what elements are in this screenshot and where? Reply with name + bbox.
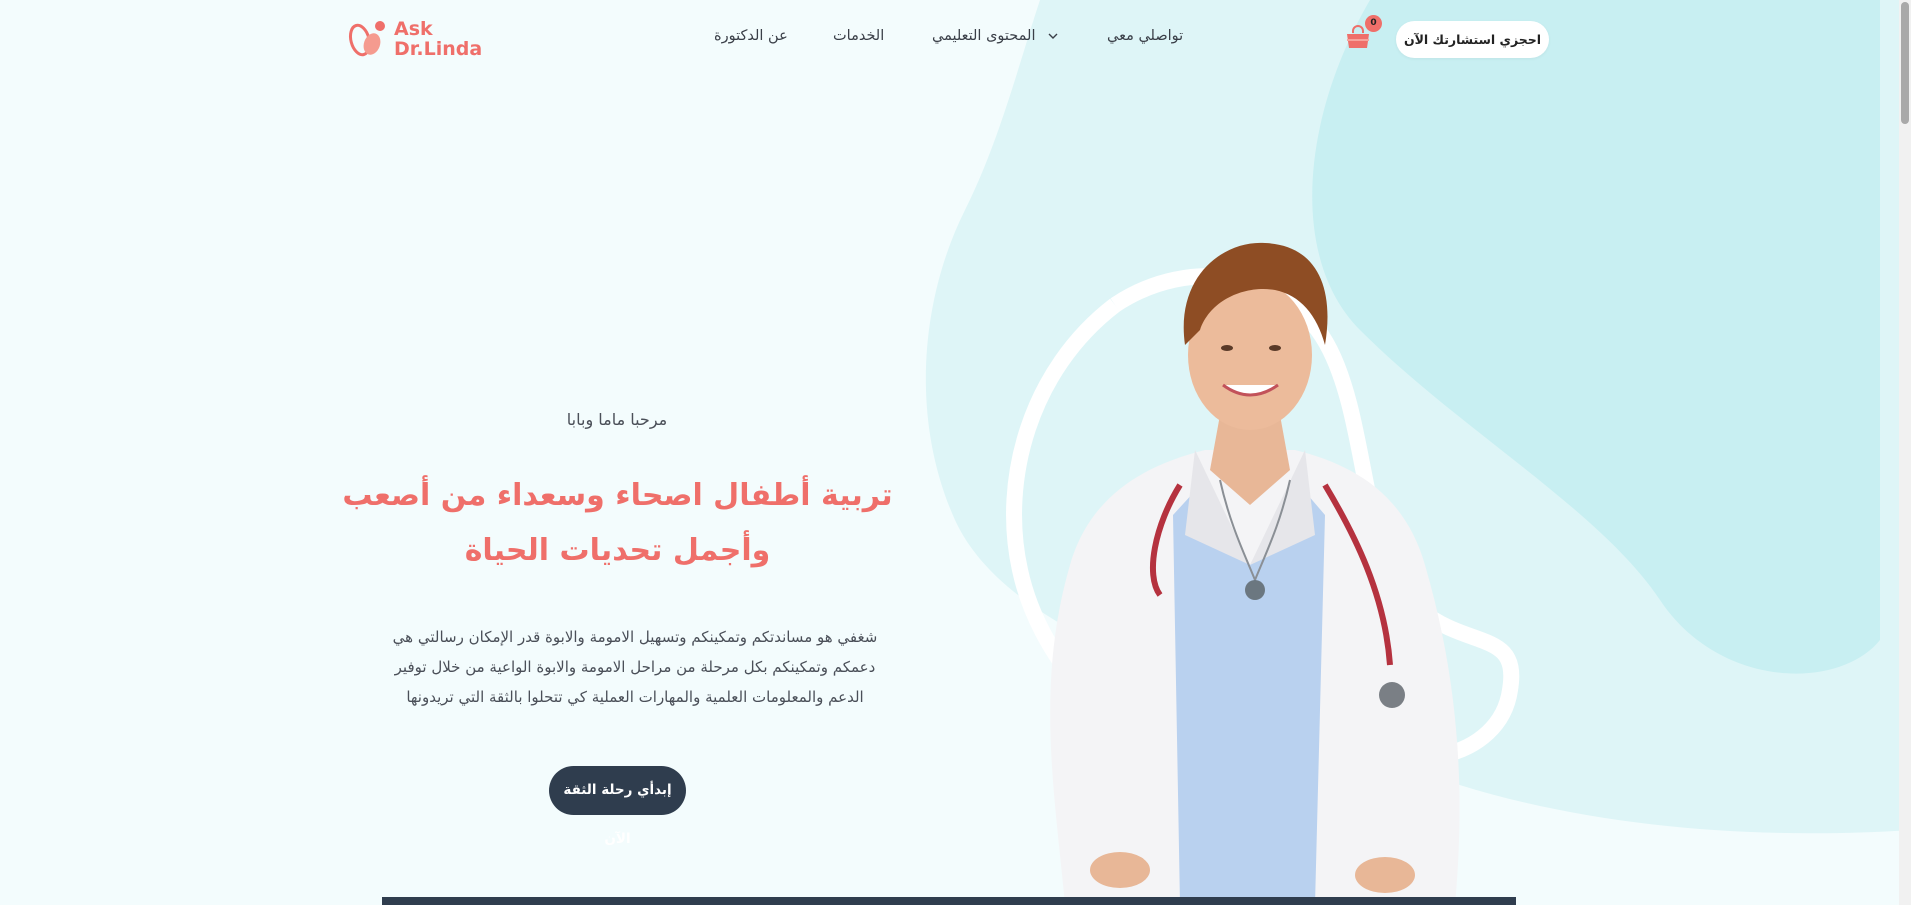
hero-headline: تربية أطفال اصحاء وسعداء من أصعب وأجمل ت… [342,478,893,568]
book-consultation-button[interactable]: احجزي استشارتك الآن [1396,21,1549,58]
site-header: Ask Dr.Linda عن الدكتورة الخدمات المحتوى… [0,0,1911,80]
nav-educational-label: المحتوى التعليمي [932,28,1036,44]
page-scrollbar[interactable] [1899,0,1911,905]
doctor-portrait [1050,242,1460,905]
nav-educational-content[interactable]: المحتوى التعليمي [932,28,1058,44]
cart-count-badge: 0 [1365,15,1382,32]
logo-text: Ask Dr.Linda [394,19,482,59]
nav-services[interactable]: الخدمات [833,28,884,44]
background-decoration [925,0,1911,834]
chevron-down-icon [1048,33,1058,39]
hero-paragraph: شغفي هو مساندتكم وتمكينكم وتسهيل الامومة… [392,628,878,706]
logo-line-2: Dr.Linda [394,38,483,60]
logo[interactable]: Ask Dr.Linda [348,18,482,60]
scrollbar-thumb[interactable] [1901,2,1909,124]
section-divider [382,897,1516,905]
butterfly-logo-icon [348,21,385,57]
start-journey-button[interactable]: إبدأي رحلة الثقة الآن [549,766,686,847]
hero-greeting: مرحبا ماما وبابا [566,410,668,429]
nav-about[interactable]: عن الدكتورة [714,28,788,44]
nav-contact[interactable]: تواصلي معي [1107,28,1183,44]
logo-line-1: Ask [394,18,433,40]
